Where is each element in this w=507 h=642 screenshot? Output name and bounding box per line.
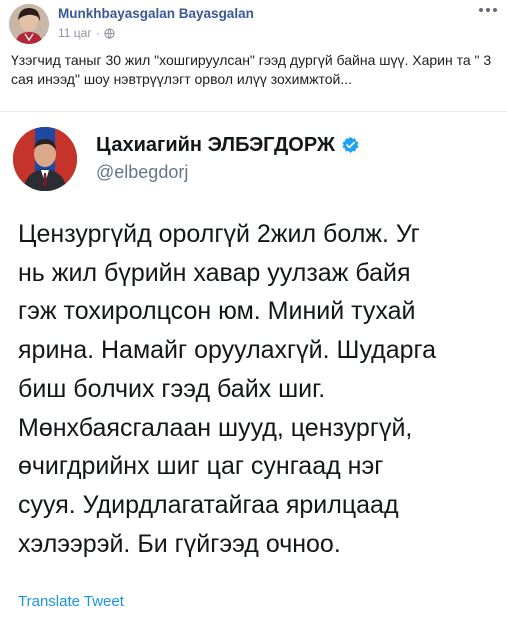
tweet-line: Цензургүйд оролгүй 2жил болж. Уг [18,220,420,248]
tweet-line: биш болчих гээд байх шиг. [18,374,326,403]
post-time[interactable]: 11 цаг [58,26,92,40]
author-avatar[interactable] [9,4,49,44]
tweet-body: Цензургүйд оролгүй 2жил болж. Уг нь жил … [18,215,498,563]
tweet-line: нь жил бүрийн хавар уулзаж байя [18,258,411,287]
tweet-line: ярина. Намайг оруулахгүй. Шударга [18,336,436,365]
author-name[interactable]: Munkhbayasgalan Bayasgalan [58,6,254,21]
post-text: Үзэгчид таныг 30 жил "хошгируулсан" гээд… [11,52,492,87]
translate-tweet-link: Translate Tweet [18,593,124,610]
tweet-display-name: Цахиагийн ЭЛБЭГДОРЖ [96,134,335,156]
tweet-line: хэлээрэй. Би гүйгээд очноо. [18,529,341,558]
tweet-line: гэж тохиролцсон юм. Миний тухай [18,297,416,326]
post-meta: 11 цаг · [58,26,115,40]
tweet-line: Мөнхбаясгалаан шууд, цензургүй, [18,413,413,442]
dot-separator: · [95,26,100,40]
tweet-author-avatar [13,127,77,191]
more-options-icon[interactable] [479,8,499,16]
embedded-tweet-screenshot: Цахиагийн ЭЛБЭГДОРЖ @elbegdorj Цензургүй… [0,111,507,642]
tweet-line: сууя. Удирдлагатайгаа ярилцаад [18,490,399,519]
tweet-line: өчигдрийнх шиг цаг сунгаад нэг [18,452,384,481]
tweet-author-name: Цахиагийн ЭЛБЭГДОРЖ [96,134,360,157]
post-header: Munkhbayasgalan Bayasgalan 11 цаг · [0,0,507,44]
globe-icon [104,27,115,39]
verified-badge-icon [342,136,359,153]
tweet-author-handle: @elbegdorj [96,162,189,182]
